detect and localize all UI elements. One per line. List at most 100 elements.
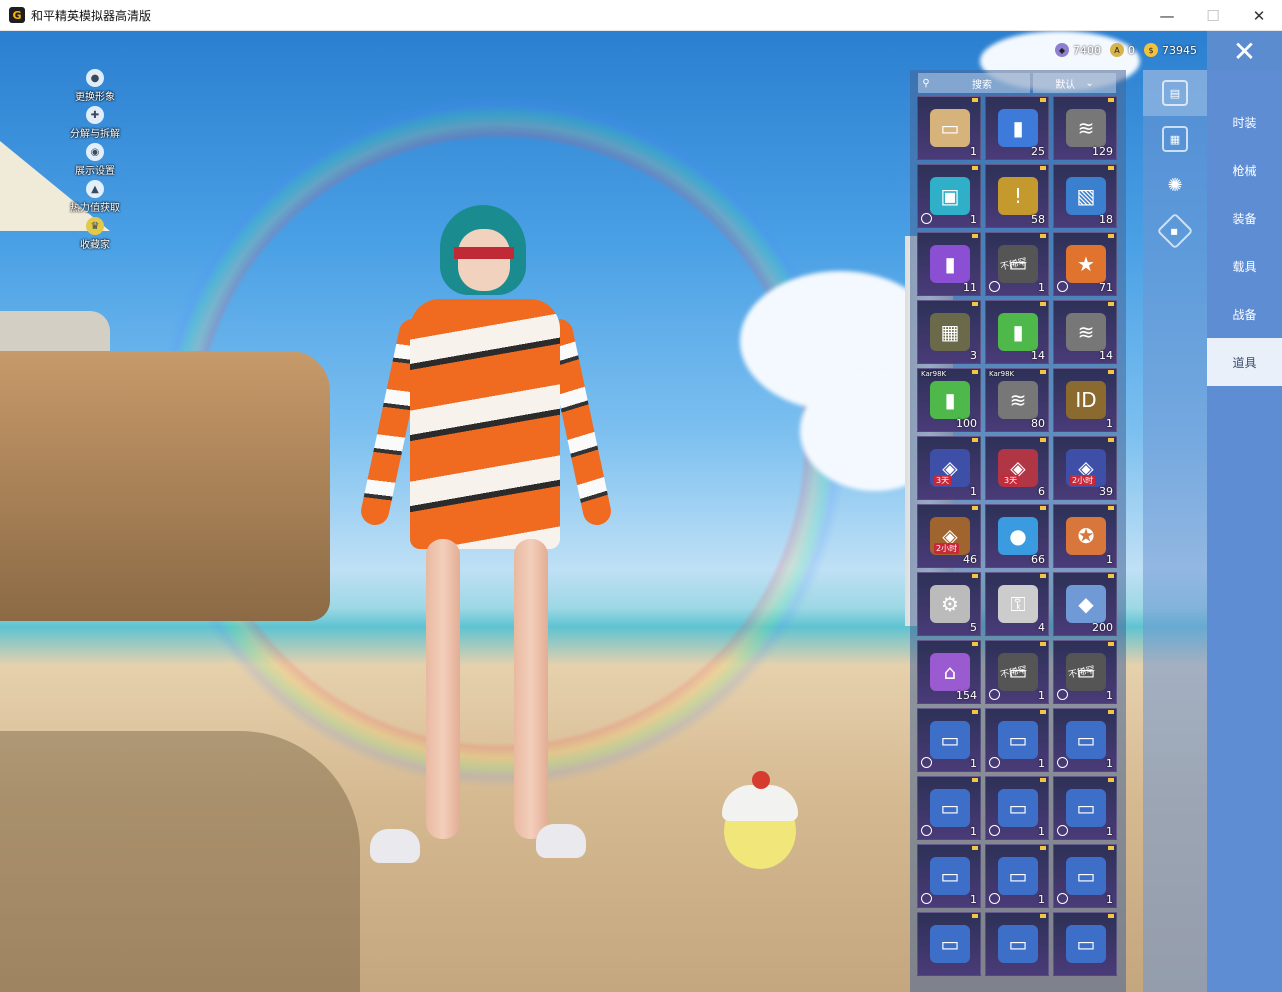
inventory-item[interactable]: ▭ 1 <box>1053 776 1117 840</box>
inventory-item[interactable]: ▭ 1 <box>985 776 1049 840</box>
inventory-item[interactable]: ▭ 1 <box>917 708 981 772</box>
item-count: 1 <box>1106 689 1113 702</box>
inventory-item[interactable]: ! 58 <box>985 164 1049 228</box>
inventory-item[interactable]: ● 66 <box>985 504 1049 568</box>
inventory-item[interactable]: ▭ 1 <box>917 96 981 160</box>
side-tab-tag[interactable]: ◆ <box>1143 208 1207 254</box>
item-count: 1 <box>1038 825 1045 838</box>
character-right-shoe <box>536 824 586 858</box>
inventory-item[interactable]: ▮ 25 <box>985 96 1049 160</box>
inventory-item[interactable]: ▭ 1 <box>917 844 981 908</box>
uc-balance: 7400 <box>1073 43 1101 57</box>
inventory-item[interactable]: ▭ 1 <box>1053 844 1117 908</box>
clock-icon <box>989 893 1000 904</box>
clock-icon <box>1057 893 1068 904</box>
left-menu-label: 热力值获取 <box>70 203 120 214</box>
category-items[interactable]: 道具 <box>1207 338 1282 386</box>
inventory-item[interactable]: ▭ <box>985 912 1049 976</box>
left-menu-change-appearance[interactable]: ● 更换形象 <box>56 69 134 106</box>
item-count: 11 <box>963 281 977 294</box>
window-close-button[interactable]: ✕ <box>1236 0 1282 31</box>
new-marker <box>1108 914 1114 918</box>
maximize-button[interactable]: ☐ <box>1190 0 1236 31</box>
inventory-item[interactable]: ◈ 3天 1 <box>917 436 981 500</box>
inventory-item[interactable]: ★ 71 <box>1053 232 1117 296</box>
inventory-item[interactable]: ▦ 3 <box>917 300 981 364</box>
inventory-item[interactable]: ▭ 不稀罕 1 <box>1053 640 1117 704</box>
category-vehicles[interactable]: 载具 <box>1207 242 1282 290</box>
honor-balance: 0 <box>1128 43 1135 57</box>
search-input[interactable]: ⚲ 搜索 <box>918 73 1031 93</box>
new-marker <box>972 846 978 850</box>
inventory-item[interactable]: ⌂ 154 <box>917 640 981 704</box>
sparkle-icon: ✺ <box>1167 174 1183 196</box>
clock-icon <box>1057 757 1068 768</box>
inventory-item[interactable]: ▣ 1 <box>917 164 981 228</box>
item-count: 200 <box>1092 621 1113 634</box>
side-tab-sparkle[interactable]: ✺ <box>1143 162 1207 208</box>
inventory-item[interactable]: ◈ 2小时 39 <box>1053 436 1117 500</box>
category-supplies[interactable]: 战备 <box>1207 290 1282 338</box>
item-count: 1 <box>970 145 977 158</box>
inventory-item[interactable]: ≋ 14 <box>1053 300 1117 364</box>
left-menu-decompose[interactable]: ✚ 分解与拆解 <box>56 106 134 143</box>
new-marker <box>972 302 978 306</box>
calendar-icon: ▦ <box>1162 126 1188 152</box>
close-inventory-button[interactable]: ✕ <box>1207 31 1282 71</box>
new-marker <box>972 642 978 646</box>
item-count: 80 <box>1031 417 1045 430</box>
left-menu-display-settings[interactable]: ◉ 展示设置 <box>56 143 134 180</box>
inventory-item[interactable]: ▭ 1 <box>1053 708 1117 772</box>
new-marker <box>1108 302 1114 306</box>
left-menu-collector[interactable]: ♛ 收藏家 <box>56 217 134 254</box>
side-tab-calendar[interactable]: ▦ <box>1143 116 1207 162</box>
item-count: 46 <box>963 553 977 566</box>
inventory-item[interactable]: ID 1 <box>1053 368 1117 432</box>
inventory-item[interactable]: ▮ 14 <box>985 300 1049 364</box>
inventory-item[interactable]: ▭ 1 <box>985 708 1049 772</box>
new-marker <box>972 438 978 442</box>
clock-icon <box>921 893 932 904</box>
chevron-down-icon: ⌄ <box>1085 77 1094 89</box>
pet-chick[interactable] <box>722 771 800 869</box>
person-icon: ● <box>86 69 104 87</box>
inventory-item[interactable]: ▭ 不稀罕 1 <box>985 640 1049 704</box>
inventory-item[interactable]: ≋ 129 <box>1053 96 1117 160</box>
inventory-item[interactable]: ⚿ 4 <box>985 572 1049 636</box>
inventory-item[interactable]: ⚙ 5 <box>917 572 981 636</box>
left-menu-label: 更换形象 <box>75 92 115 103</box>
minimize-button[interactable]: — <box>1144 0 1190 31</box>
inventory-item[interactable]: ▭ 不稀罕 1 <box>985 232 1049 296</box>
item-count: 1 <box>1038 893 1045 906</box>
category-weapons[interactable]: 枪械 <box>1207 146 1282 194</box>
ship-hull <box>0 351 330 621</box>
new-marker <box>1108 710 1114 714</box>
inventory-item[interactable]: ≋ Kar98K 80 <box>985 368 1049 432</box>
inventory-item[interactable]: ▭ 1 <box>985 844 1049 908</box>
inventory-item[interactable]: ◆ 200 <box>1053 572 1117 636</box>
eye-icon: ◉ <box>86 143 104 161</box>
player-character[interactable] <box>358 199 614 889</box>
inventory-item[interactable]: ◈ 2小时 46 <box>917 504 981 568</box>
inventory-item[interactable]: ✪ 1 <box>1053 504 1117 568</box>
inventory-item[interactable]: ▧ 18 <box>1053 164 1117 228</box>
inventory-item[interactable]: ◈ 3天 6 <box>985 436 1049 500</box>
sort-dropdown[interactable]: 默认 ⌄ <box>1033 73 1116 93</box>
spring-icon: ≋ <box>1066 109 1106 147</box>
item-count: 1 <box>1106 893 1113 906</box>
left-menu-heat-value[interactable]: ▲ 热力值获取 <box>56 180 134 217</box>
new-marker <box>1108 846 1114 850</box>
item-count: 129 <box>1092 145 1113 158</box>
new-marker <box>1108 642 1114 646</box>
inventory-item[interactable]: ▭ 1 <box>917 776 981 840</box>
left-menu-label: 分解与拆解 <box>70 129 120 140</box>
new-marker <box>972 234 978 238</box>
category-fashion[interactable]: 时装 <box>1207 98 1282 146</box>
inventory-item[interactable]: ▮ Kar98K 100 <box>917 368 981 432</box>
inventory-item[interactable]: ▭ <box>917 912 981 976</box>
category-equipment[interactable]: 装备 <box>1207 194 1282 242</box>
inventory-item[interactable]: ▭ <box>1053 912 1117 976</box>
gear-ring-icon: ⚙ <box>930 585 970 623</box>
inventory-item[interactable]: ▮ 11 <box>917 232 981 296</box>
side-tab-cards[interactable]: ▤ <box>1143 70 1207 116</box>
